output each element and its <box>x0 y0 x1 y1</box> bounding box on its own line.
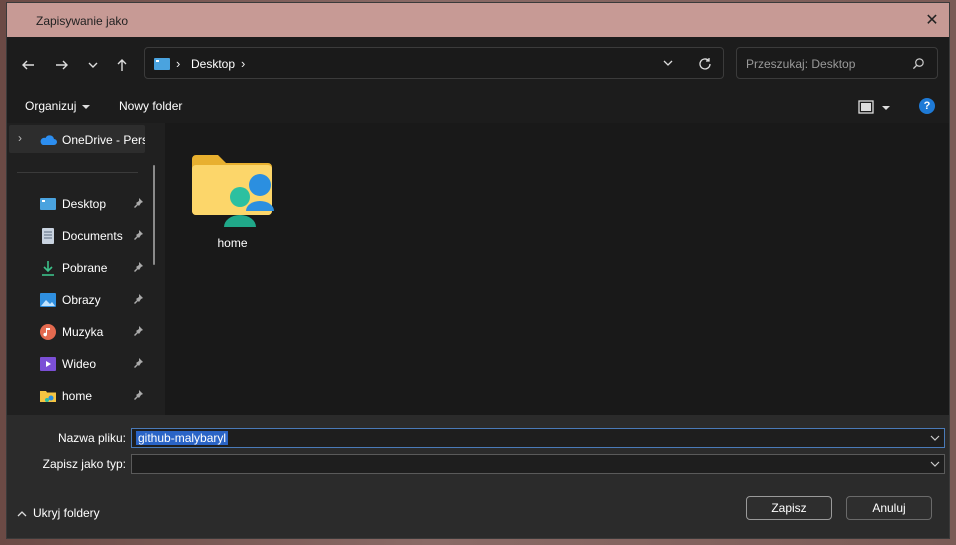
caret-down-icon <box>82 104 91 109</box>
expand-chevron-icon[interactable]: › <box>18 131 22 145</box>
forward-button[interactable] <box>50 53 74 77</box>
desktop-icon <box>40 198 56 210</box>
home-folder-icon <box>40 391 56 402</box>
up-button[interactable] <box>110 53 134 77</box>
onedrive-cloud-icon <box>40 135 57 145</box>
sidebar-item-pictures[interactable]: Obrazy <box>37 289 147 311</box>
pin-icon <box>134 230 143 240</box>
sidebar-item-onedrive[interactable]: › OneDrive - Perso <box>9 125 145 153</box>
sidebar-item-desktop[interactable]: Desktop <box>37 193 147 215</box>
sidebar-item-label: home <box>62 389 93 403</box>
pin-icon <box>134 198 143 208</box>
breadcrumb-separator-icon: › <box>176 56 181 71</box>
sidebar-item-video[interactable]: Wideo <box>37 353 147 375</box>
folder-item-home[interactable]: home <box>185 141 285 250</box>
new-folder-button[interactable]: Nowy folder <box>119 99 182 113</box>
forward-arrow-icon <box>56 60 68 70</box>
sidebar-item-label: Documents <box>62 229 123 243</box>
download-icon <box>42 261 54 276</box>
navigation-pane: › OneDrive - Perso Desktop Documents Pob… <box>7 123 166 415</box>
sidebar-item-label: OneDrive - Perso <box>62 133 145 147</box>
sidebar-item-label: Wideo <box>62 357 97 371</box>
organize-menu-button[interactable]: Organizuj <box>25 99 91 113</box>
back-arrow-icon <box>22 60 34 70</box>
address-bar[interactable]: › Desktop › <box>144 47 724 79</box>
search-box[interactable]: Przeszukaj: Desktop <box>736 47 938 79</box>
sidebar-scrollbar[interactable] <box>153 165 155 265</box>
save-options-pane: Nazwa pliku: github-malybaryl Zapisz jak… <box>7 415 949 538</box>
hide-folders-label: Ukryj foldery <box>33 506 100 520</box>
chevron-down-icon[interactable] <box>929 432 941 444</box>
sidebar-item-label: Desktop <box>62 197 107 211</box>
refresh-icon[interactable] <box>697 56 713 72</box>
pin-icon <box>134 358 143 368</box>
pin-icon <box>134 326 143 336</box>
address-history-dropdown-icon[interactable] <box>661 56 675 70</box>
pin-icon <box>134 294 143 304</box>
hide-folders-toggle[interactable]: Ukryj foldery <box>17 506 100 520</box>
filename-value: github-malybaryl <box>136 431 229 445</box>
search-placeholder: Przeszukaj: Desktop <box>746 57 856 71</box>
documents-icon <box>42 228 54 244</box>
title-bar: Zapisywanie jako ✕ <box>7 3 949 37</box>
cancel-button[interactable]: Anuluj <box>846 496 932 520</box>
organize-label: Organizuj <box>25 99 77 113</box>
sidebar-item-label: Muzyka <box>62 325 104 339</box>
chevron-down-icon <box>88 62 98 68</box>
pictures-icon <box>40 293 56 307</box>
desktop-icon <box>154 58 170 70</box>
sidebar-item-documents[interactable]: Documents <box>37 225 147 247</box>
recent-locations-button[interactable] <box>81 53 105 77</box>
save-as-dialog: Zapisywanie jako ✕ › Desktop › Przeszuka… <box>6 2 950 539</box>
sidebar-item-downloads[interactable]: Pobrane <box>37 257 147 279</box>
video-icon <box>40 357 56 371</box>
sidebar-item-music[interactable]: Muzyka <box>37 321 147 343</box>
folder-name: home <box>217 236 248 250</box>
sidebar-item-label: Obrazy <box>62 293 101 307</box>
filetype-select[interactable] <box>131 454 945 474</box>
save-button[interactable]: Zapisz <box>746 496 832 520</box>
chevron-up-icon <box>17 510 27 517</box>
filename-label: Nazwa pliku: <box>57 431 126 445</box>
file-list: home <box>165 123 949 415</box>
filetype-label: Zapisz jako typ: <box>42 457 126 471</box>
music-icon <box>40 324 56 340</box>
search-icon <box>912 58 924 70</box>
close-icon: ✕ <box>925 12 939 29</box>
filename-input[interactable]: github-malybaryl <box>131 428 945 448</box>
navigation-bar: › Desktop › Przeszukaj: Desktop <box>7 37 949 93</box>
window-title: Zapisywanie jako <box>36 14 129 28</box>
chevron-down-icon[interactable] <box>929 458 941 470</box>
user-folder-icon <box>192 155 274 227</box>
view-options-button[interactable] <box>856 99 906 117</box>
back-button[interactable] <box>16 53 40 77</box>
sidebar-item-label: Pobrane <box>62 261 108 275</box>
close-button[interactable]: ✕ <box>917 5 947 35</box>
pin-icon <box>134 390 143 400</box>
sidebar-item-home[interactable]: home <box>37 385 147 407</box>
up-arrow-icon <box>117 59 127 71</box>
pin-icon <box>134 262 143 272</box>
sidebar-divider <box>17 172 138 173</box>
breadcrumb-desktop[interactable]: Desktop <box>191 57 235 71</box>
help-icon[interactable]: ? <box>919 98 935 114</box>
breadcrumb-chevron-icon[interactable]: › <box>241 56 245 71</box>
command-bar: Organizuj Nowy folder ? <box>7 93 949 123</box>
